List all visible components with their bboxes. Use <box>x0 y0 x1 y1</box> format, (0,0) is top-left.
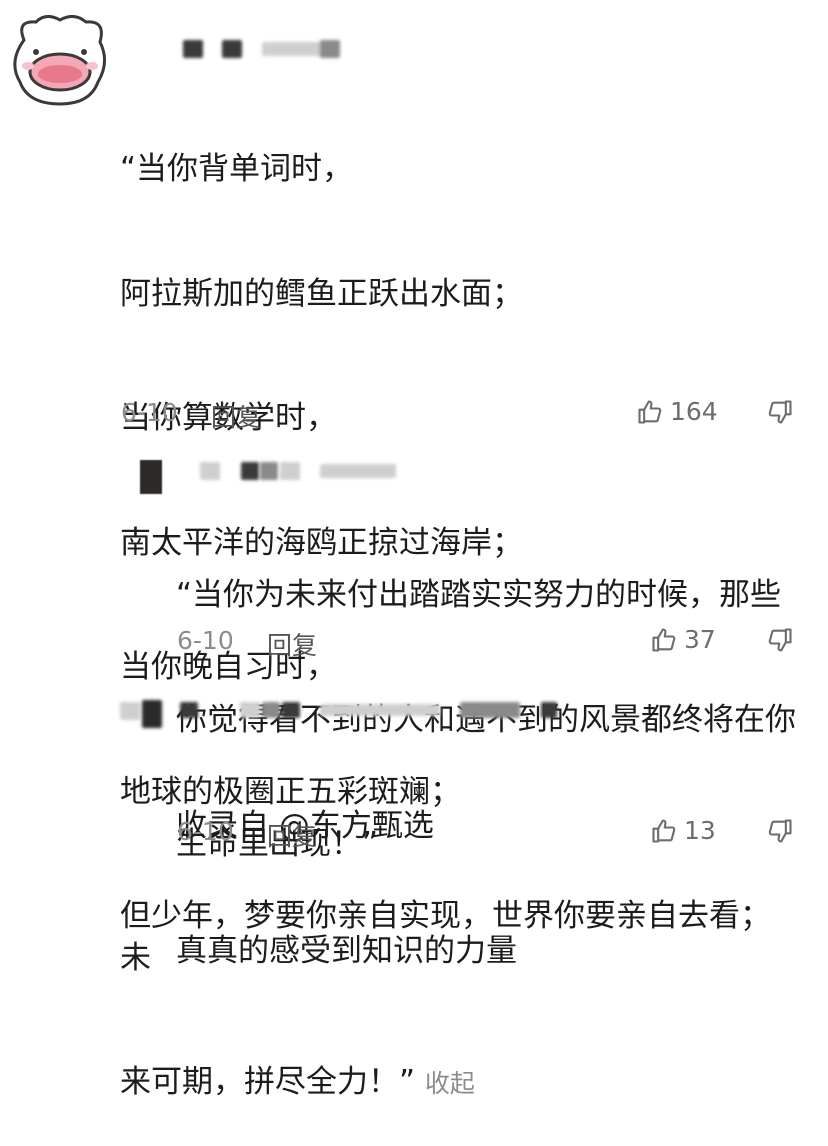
avatar[interactable] <box>120 700 162 730</box>
dislike-button[interactable] <box>766 626 796 656</box>
avatar[interactable] <box>140 460 162 494</box>
like-button[interactable]: 13 <box>650 816 716 845</box>
comment-date: 6-10 <box>177 626 234 655</box>
thumbs-up-icon <box>652 627 676 652</box>
thumbs-down-icon <box>768 628 792 652</box>
like-count: 164 <box>670 397 718 426</box>
comment-body: 收录自 @东方甄选 真真的感受到知识的力量 <box>176 723 806 1014</box>
like-count: 37 <box>684 625 716 654</box>
comment-line: 真真的感受到知识的力量 <box>176 932 517 969</box>
dislike-button[interactable] <box>766 398 796 428</box>
thumbs-up-icon <box>638 399 662 424</box>
thumbs-up-icon <box>652 818 676 843</box>
comment-line-text: 来可期，拼尽全力！” <box>120 1064 416 1100</box>
dislike-button[interactable] <box>766 817 796 847</box>
avatar[interactable] <box>6 12 114 108</box>
comment-date: 6-10 <box>121 398 178 427</box>
thumbs-down-icon <box>768 400 792 424</box>
reply-button[interactable]: 回复 <box>267 626 317 662</box>
reply-button[interactable]: 回复 <box>211 398 261 434</box>
thumbs-down-icon <box>768 819 792 843</box>
comment-line: 来可期，拼尽全力！” 收起 <box>120 1062 810 1105</box>
reply-button[interactable]: 回复 <box>267 817 317 853</box>
comment-line: 阿拉斯加的鳕鱼正跃出水面； <box>120 275 523 312</box>
like-button[interactable]: 37 <box>650 625 716 654</box>
comment-line: “当你背单词时， <box>120 151 354 187</box>
comment-line: “当你为未来付出踏踏实实努力的时候，那些 <box>176 577 782 613</box>
collapse-link[interactable]: 收起 <box>425 1069 475 1098</box>
comment-date: 6-10 <box>177 817 234 846</box>
like-count: 13 <box>684 816 716 845</box>
like-button[interactable]: 164 <box>636 397 718 426</box>
